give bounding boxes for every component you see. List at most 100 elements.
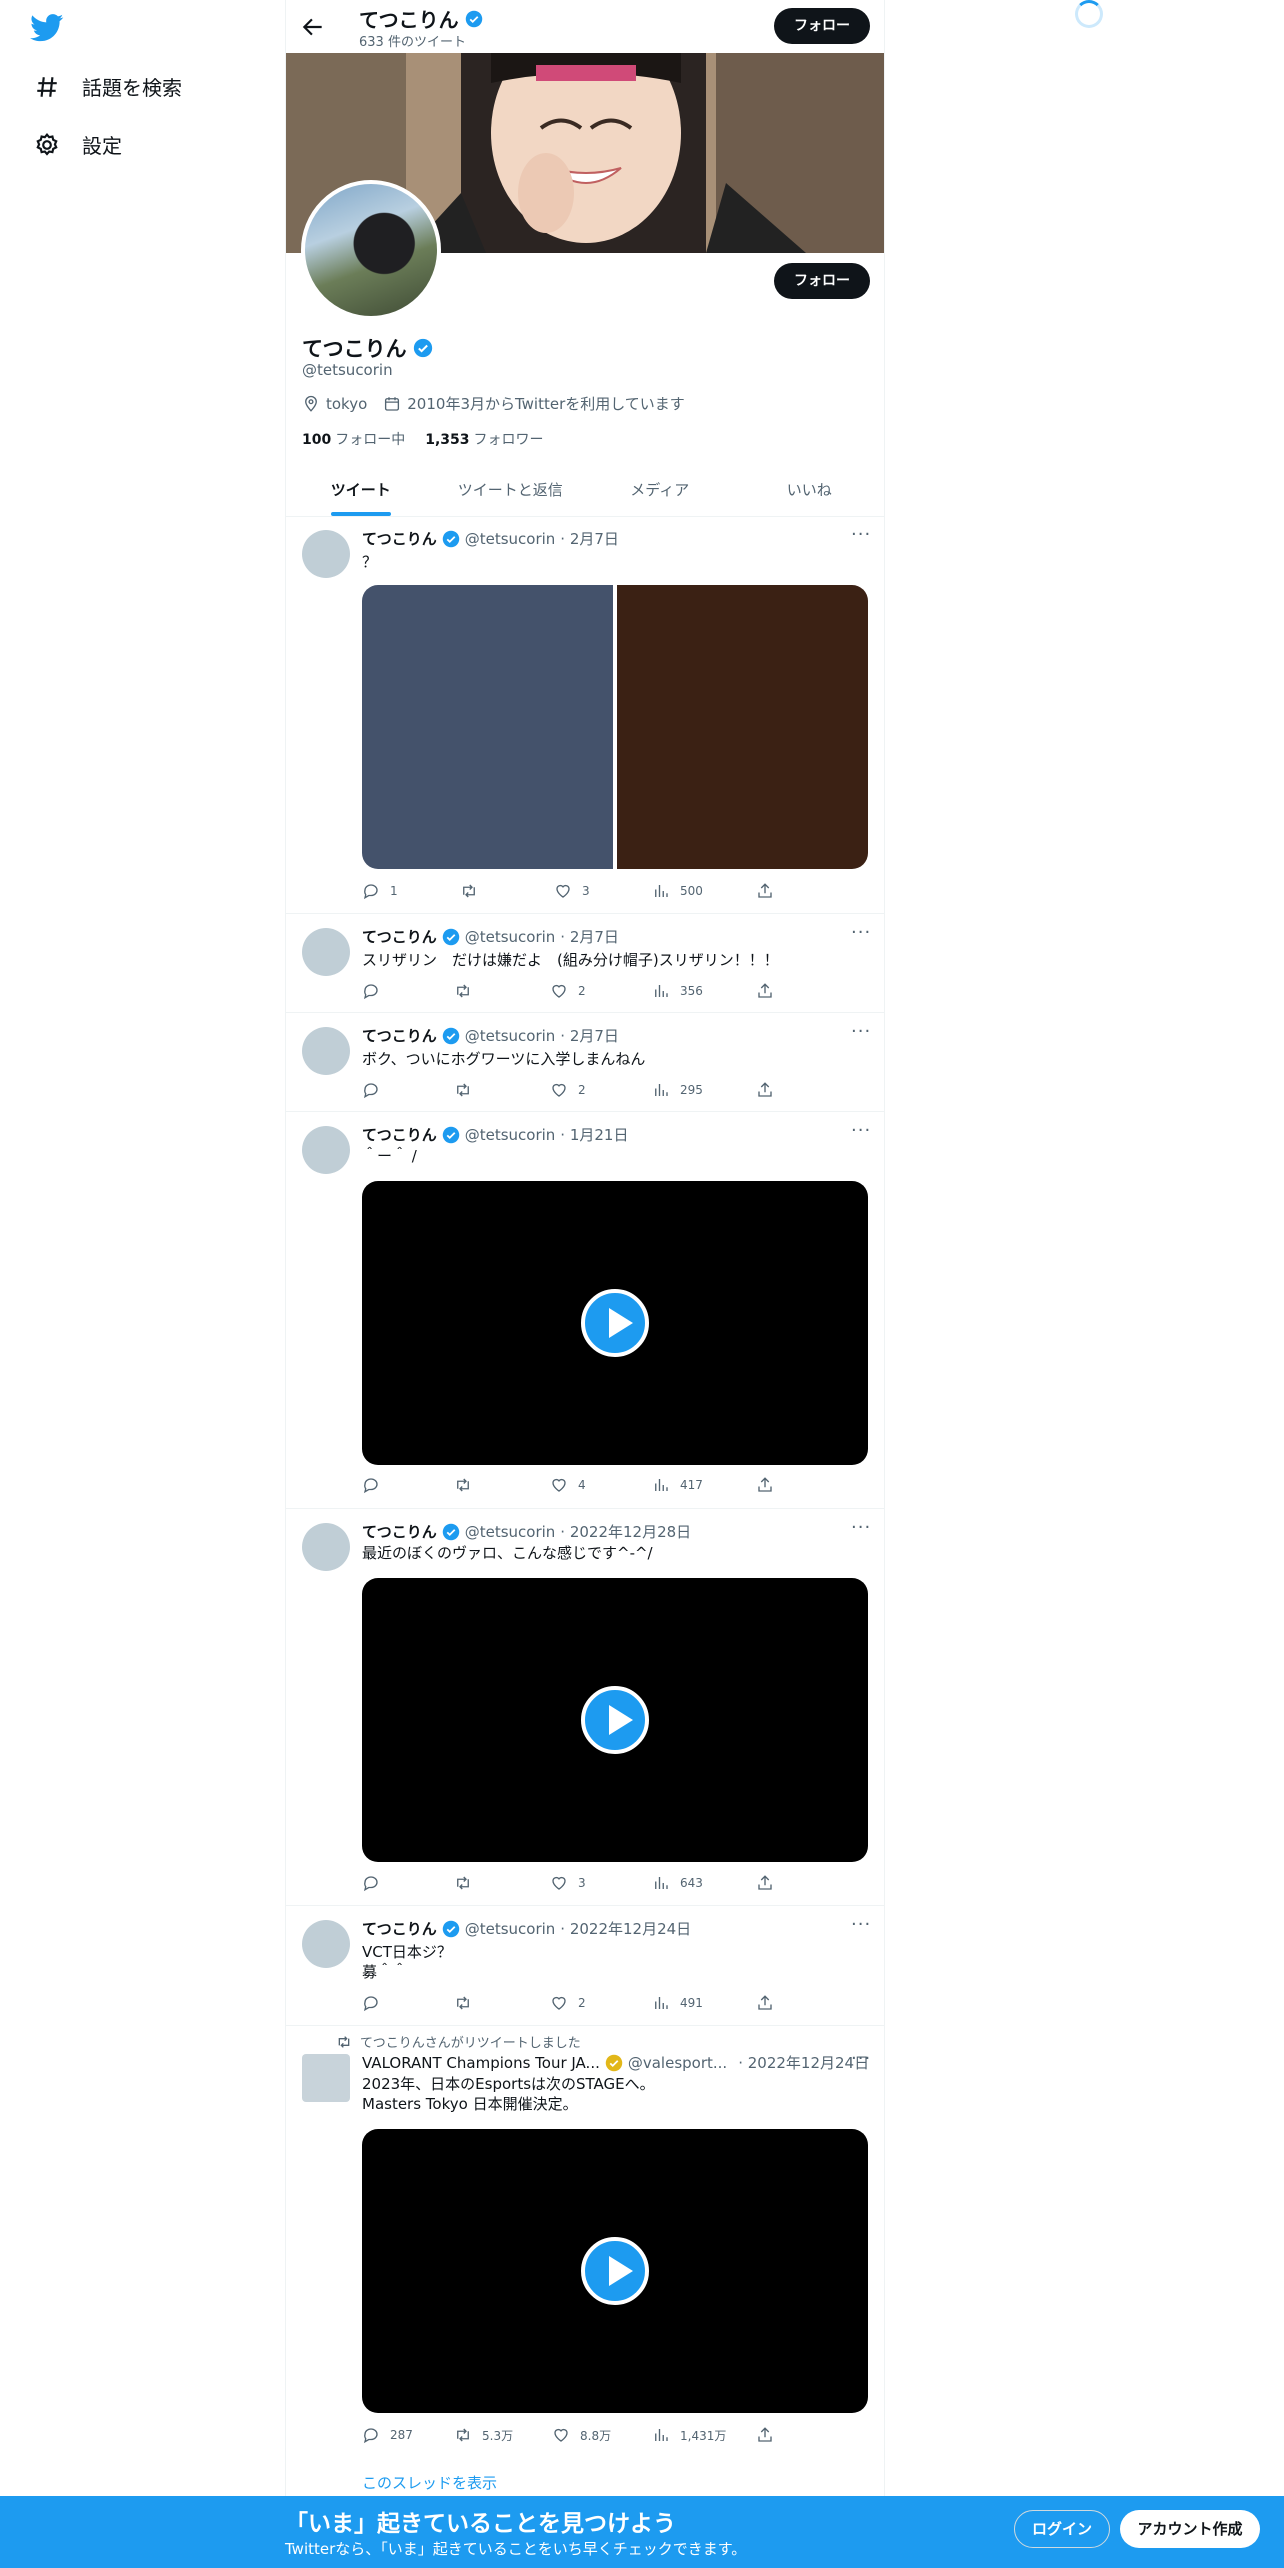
views-button[interactable]: 491: [652, 1994, 703, 2012]
tab-likes[interactable]: いいね: [735, 464, 885, 516]
tweet-author-handle[interactable]: @tetsucorin: [465, 1920, 556, 1938]
retweet-button[interactable]: [460, 882, 488, 900]
tweet[interactable]: てつこりん @tetsucorin · 2022年12月24日 ··· VCT日…: [286, 1906, 884, 2026]
tweet-author-name[interactable]: てつこりん: [362, 1521, 437, 1542]
retweet-button[interactable]: [454, 982, 482, 1000]
tweet-date[interactable]: · 2月7日: [560, 528, 619, 549]
tab-media[interactable]: メディア: [585, 464, 735, 516]
profile-avatar[interactable]: [301, 180, 441, 320]
tweet-avatar[interactable]: [302, 530, 350, 578]
views-button[interactable]: 295: [652, 1081, 703, 1099]
reply-button[interactable]: 287: [362, 2426, 413, 2444]
tweet-video[interactable]: [362, 1578, 868, 1862]
reply-button[interactable]: [362, 982, 390, 1000]
nav-explore[interactable]: 話題を検索: [34, 72, 182, 101]
back-arrow-icon[interactable]: [300, 14, 326, 40]
tweet-date[interactable]: · 1月21日: [560, 1124, 628, 1145]
views-button[interactable]: 643: [652, 1874, 703, 1892]
retweeted-tweet[interactable]: てつこりんさんがリツイートしました VALORANT Champions Tou…: [286, 2026, 884, 2496]
share-button[interactable]: [756, 982, 774, 1000]
tweet-author-name[interactable]: てつこりん: [362, 528, 437, 549]
tweet-author-name[interactable]: てつこりん: [362, 1918, 437, 1939]
like-button[interactable]: 3: [550, 1874, 586, 1892]
views-button[interactable]: 1,431万: [652, 2426, 726, 2444]
play-icon[interactable]: [581, 1289, 649, 1357]
signup-button[interactable]: アカウント作成: [1120, 2510, 1260, 2548]
tweet-image[interactable]: [617, 585, 868, 869]
retweet-button[interactable]: [454, 1874, 482, 1892]
retweeted-by-text[interactable]: てつこりんさんがリツイートしました: [360, 2032, 581, 2051]
more-options-icon[interactable]: ···: [851, 922, 871, 943]
views-button[interactable]: 356: [652, 982, 703, 1000]
tweet-avatar[interactable]: [302, 1126, 350, 1174]
retweet-button[interactable]: [454, 1476, 482, 1494]
tweet-author-name[interactable]: てつこりん: [362, 926, 437, 947]
tweet-avatar[interactable]: [302, 1027, 350, 1075]
more-options-icon[interactable]: ···: [851, 524, 871, 545]
header-follow-button[interactable]: フォロー: [774, 8, 870, 44]
play-icon[interactable]: [581, 2237, 649, 2305]
nav-settings[interactable]: 設定: [34, 130, 122, 159]
retweet-button[interactable]: [454, 1994, 482, 2012]
reply-button[interactable]: 1: [362, 882, 398, 900]
reply-button[interactable]: [362, 1476, 390, 1494]
like-button[interactable]: 2: [550, 1081, 586, 1099]
more-options-icon[interactable]: ···: [851, 1914, 871, 1935]
tweet-author-handle[interactable]: @tetsucorin: [465, 1126, 556, 1144]
tweet-author-handle[interactable]: @tetsucorin: [465, 928, 556, 946]
tab-tweets-replies[interactable]: ツイートと返信: [436, 464, 586, 516]
like-button[interactable]: 3: [554, 882, 590, 900]
more-options-icon[interactable]: ···: [851, 2048, 871, 2069]
twitter-logo-icon[interactable]: [30, 14, 64, 42]
views-button[interactable]: 500: [652, 882, 703, 900]
share-button[interactable]: [756, 1476, 774, 1494]
views-button[interactable]: 417: [652, 1476, 703, 1494]
tweet[interactable]: てつこりん @tetsucorin · 1月21日 ··· ＾ー＾ / 4 41…: [286, 1112, 884, 1509]
tweet-author-name[interactable]: てつこりん: [362, 1025, 437, 1046]
tweet-avatar[interactable]: [302, 2054, 350, 2102]
share-button[interactable]: [756, 1874, 774, 1892]
tweet-author-handle[interactable]: @tetsucorin: [465, 530, 556, 548]
tweet-date[interactable]: · 2022年12月24日: [560, 1918, 691, 1939]
tweet-author-handle[interactable]: @tetsucorin: [465, 1523, 556, 1541]
tweet-avatar[interactable]: [302, 1523, 350, 1571]
show-thread-link[interactable]: このスレッドを表示: [362, 2472, 497, 2493]
like-button[interactable]: 4: [550, 1476, 586, 1494]
reply-button[interactable]: [362, 1994, 390, 2012]
reply-button[interactable]: [362, 1874, 390, 1892]
tweet[interactable]: てつこりん @tetsucorin · 2月7日 ··· ボク、ついにホグワーツ…: [286, 1013, 884, 1112]
tweet-image[interactable]: [362, 585, 613, 869]
retweet-button[interactable]: [454, 1081, 482, 1099]
tweet-author-handle[interactable]: @tetsucorin: [465, 1027, 556, 1045]
retweet-button[interactable]: 5.3万: [454, 2426, 513, 2444]
tweet-video[interactable]: [362, 2129, 868, 2413]
like-button[interactable]: 8.8万: [552, 2426, 611, 2444]
share-button[interactable]: [756, 2426, 774, 2444]
tweet-date[interactable]: · 2022年12月24日: [738, 2052, 869, 2073]
tweet-video[interactable]: [362, 1181, 868, 1465]
reply-button[interactable]: [362, 1081, 390, 1099]
tweet-author-name[interactable]: てつこりん: [362, 1124, 437, 1145]
more-options-icon[interactable]: ···: [851, 1517, 871, 1538]
tweet[interactable]: てつこりん @tetsucorin · 2月7日 ··· スリザリン だけは嫌だ…: [286, 914, 884, 1013]
tab-tweets[interactable]: ツイート: [286, 464, 436, 516]
login-button[interactable]: ログイン: [1014, 2510, 1110, 2548]
tweet-date[interactable]: · 2月7日: [560, 1025, 619, 1046]
share-button[interactable]: [756, 1081, 774, 1099]
tweet-avatar[interactable]: [302, 1920, 350, 1968]
play-icon[interactable]: [581, 1686, 649, 1754]
share-button[interactable]: [756, 882, 774, 900]
followers-link[interactable]: 1,353 フォロワー: [425, 429, 543, 449]
tweet-author-name[interactable]: VALORANT Champions Tour JA...: [362, 2054, 600, 2072]
profile-follow-button[interactable]: フォロー: [774, 263, 870, 299]
like-button[interactable]: 2: [550, 982, 586, 1000]
tweet-date[interactable]: · 2022年12月28日: [560, 1521, 691, 1542]
share-button[interactable]: [756, 1994, 774, 2012]
tweet-date[interactable]: · 2月7日: [560, 926, 619, 947]
following-link[interactable]: 100 フォロー中: [302, 429, 405, 449]
more-options-icon[interactable]: ···: [851, 1120, 871, 1141]
tweet[interactable]: てつこりん @tetsucorin · 2022年12月28日 ··· 最近のぼ…: [286, 1509, 884, 1906]
like-button[interactable]: 2: [550, 1994, 586, 2012]
more-options-icon[interactable]: ···: [851, 1021, 871, 1042]
tweet-author-handle[interactable]: @valesport...: [628, 2054, 727, 2072]
